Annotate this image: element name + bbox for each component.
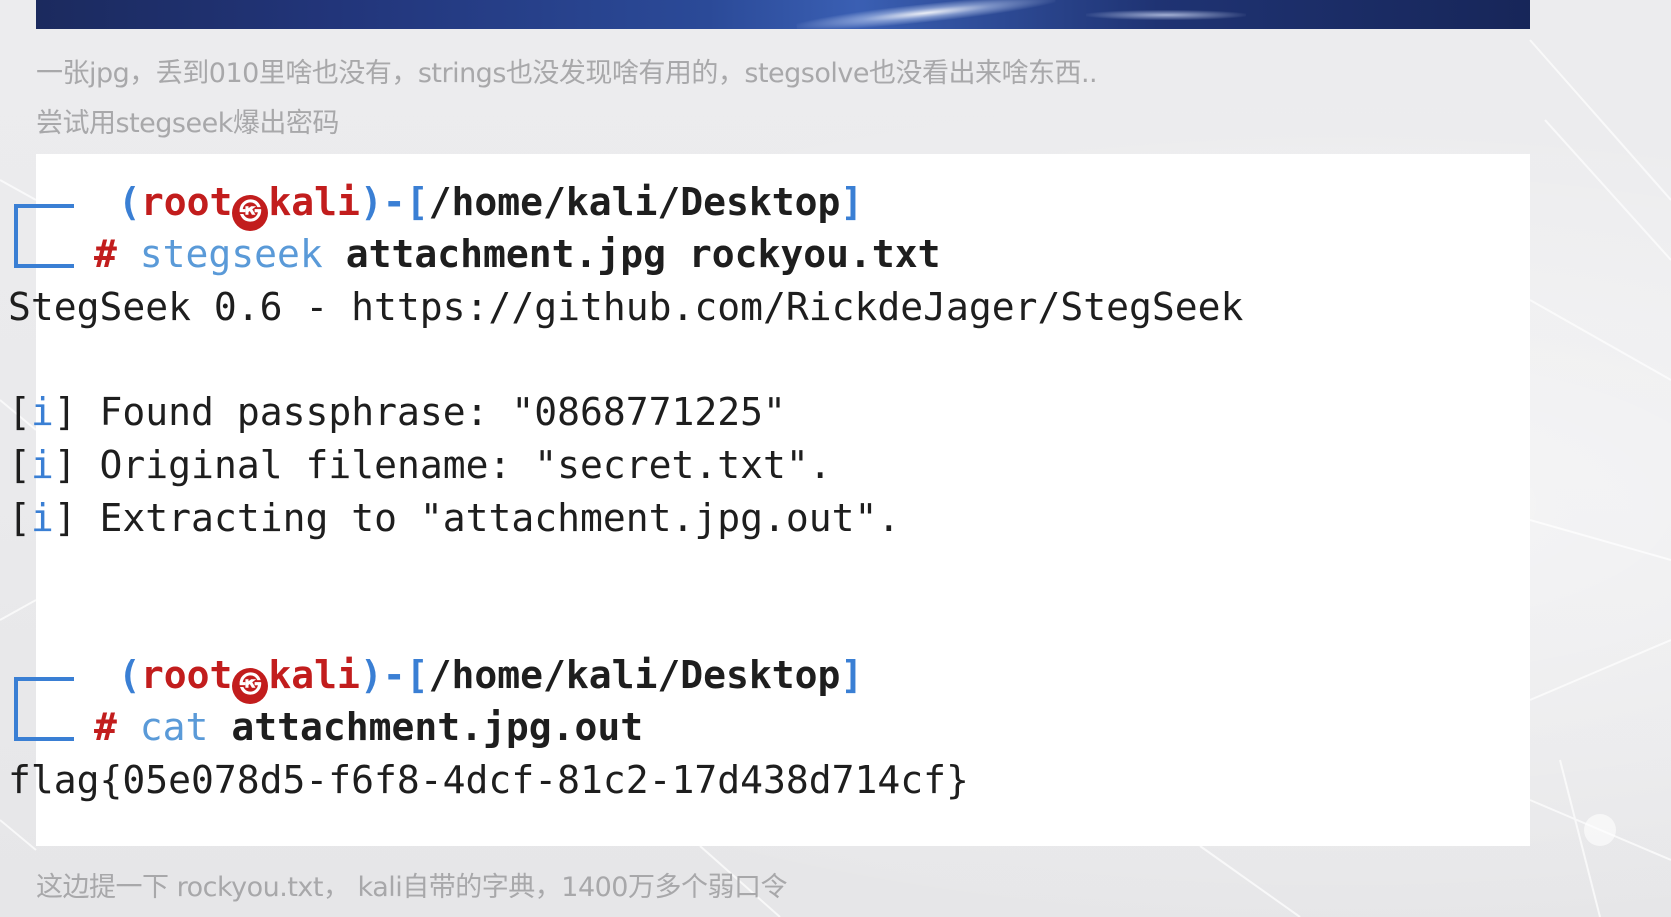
command-args: attachment.jpg.out — [231, 705, 644, 749]
prompt-path: /home/kali/Desktop — [428, 180, 841, 224]
prompt-host: kali — [268, 653, 360, 697]
prompt-user: root — [140, 653, 233, 697]
kali-dragon-icon: ㉿ — [232, 195, 269, 231]
flag-output: flag{05e078d5-f6f8-4dcf-81c2-17d438d714c… — [8, 758, 969, 802]
info-line-extracting: [i] Extracting to "attachment.jpg.out". — [8, 496, 901, 540]
command-name: stegseek — [139, 232, 323, 276]
prompt-corner-icon — [14, 204, 74, 268]
paragraph-try-stegseek: 尝试用stegseek爆出密码 — [36, 108, 339, 139]
kali-dragon-icon: ㉿ — [232, 668, 269, 704]
command-name: cat — [139, 705, 209, 749]
command-args: attachment.jpg rockyou.txt — [345, 232, 941, 276]
info-line-passphrase: [i] Found passphrase: "0868771225" — [8, 390, 786, 434]
command-line-1: # stegseek attachment.jpg rockyou.txt — [94, 232, 941, 276]
prompt-path: /home/kali/Desktop — [428, 653, 841, 697]
prompt-host: kali — [268, 180, 360, 224]
prompt-corner-icon — [14, 677, 74, 741]
prompt-user: root — [140, 180, 233, 224]
stegseek-version-output: StegSeek 0.6 - https://github.com/Rickde… — [8, 285, 1244, 329]
info-line-filename: [i] Original filename: "secret.txt". — [8, 443, 832, 487]
paragraph-intro: 一张jpg，丢到010里啥也没有，strings也没发现啥有用的，stegsol… — [36, 58, 1098, 89]
command-line-2: # cat attachment.jpg.out — [94, 705, 644, 749]
prompt-line-1: (root ㉿ kali)-[/home/kali/Desktop] — [118, 178, 863, 231]
header-image-banner — [36, 0, 1530, 29]
paragraph-rockyou-note: 这边提一下 rockyou.txt， kali自带的字典，1400万多个弱口令 — [36, 872, 787, 903]
prompt-line-2: (root ㉿ kali)-[/home/kali/Desktop] — [118, 651, 863, 704]
